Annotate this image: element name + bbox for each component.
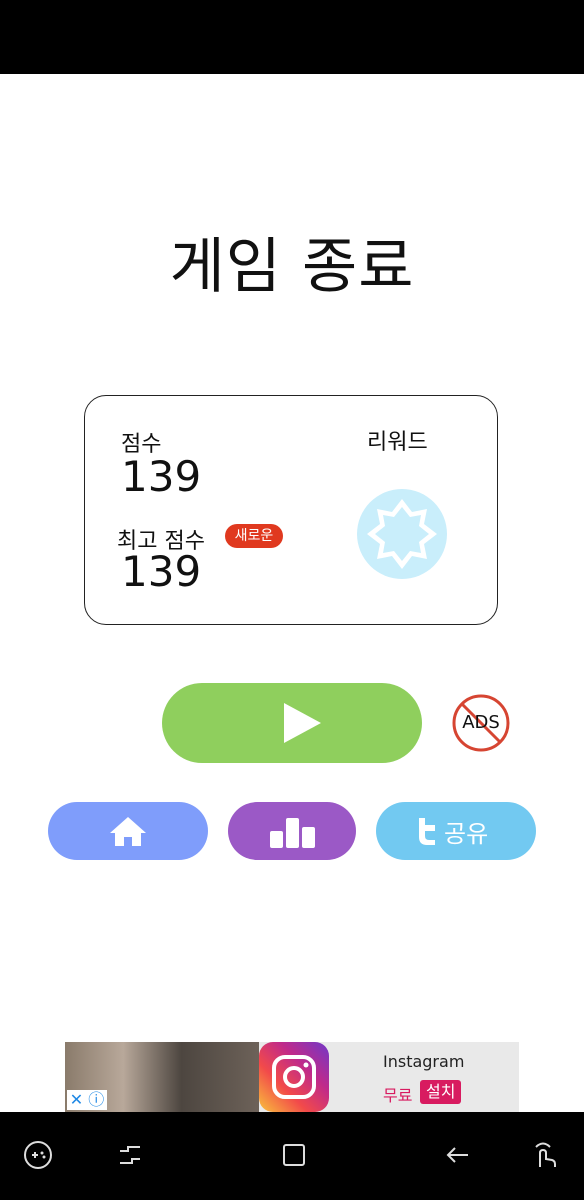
no-ads-label: ADS	[462, 712, 500, 733]
home-button[interactable]	[48, 802, 208, 860]
ad-install-button[interactable]: 설치	[420, 1080, 462, 1104]
page-title: 게임 종료	[169, 232, 415, 302]
score-value: 139	[121, 452, 202, 501]
ad-free-label: 무료	[383, 1086, 413, 1105]
reward-star-icon	[367, 499, 437, 569]
ad-banner[interactable]: ✕ ⓘ Instagram 무료 설치	[65, 1042, 519, 1112]
ad-close-button[interactable]: ✕ ⓘ	[67, 1090, 107, 1110]
reward-button[interactable]	[357, 489, 447, 579]
back-icon[interactable]	[440, 1137, 476, 1173]
leaderboard-icon	[270, 818, 315, 848]
gesture-icon[interactable]	[526, 1137, 562, 1173]
reward-label: 리워드	[367, 430, 428, 455]
play-icon	[284, 703, 321, 743]
navigation-bar	[0, 1112, 584, 1200]
twitter-icon	[419, 818, 435, 845]
home-icon	[110, 817, 146, 846]
best-score-value: 139	[121, 547, 202, 596]
game-icon[interactable]	[20, 1137, 56, 1173]
recents-icon[interactable]	[112, 1137, 148, 1173]
status-bar	[0, 0, 584, 74]
share-label: 공유	[444, 820, 489, 848]
leaderboard-button[interactable]	[228, 802, 356, 860]
ad-app-name: Instagram	[383, 1052, 465, 1071]
play-button[interactable]	[162, 683, 422, 763]
instagram-icon	[259, 1042, 329, 1112]
no-ads-button[interactable]: ADS	[451, 693, 511, 753]
share-button[interactable]: 공유	[376, 802, 536, 860]
new-record-badge: 새로운	[225, 524, 283, 548]
home-nav-icon[interactable]	[276, 1137, 312, 1173]
score-card: 점수 139 최고 점수 새로운 139 리워드	[84, 395, 498, 625]
